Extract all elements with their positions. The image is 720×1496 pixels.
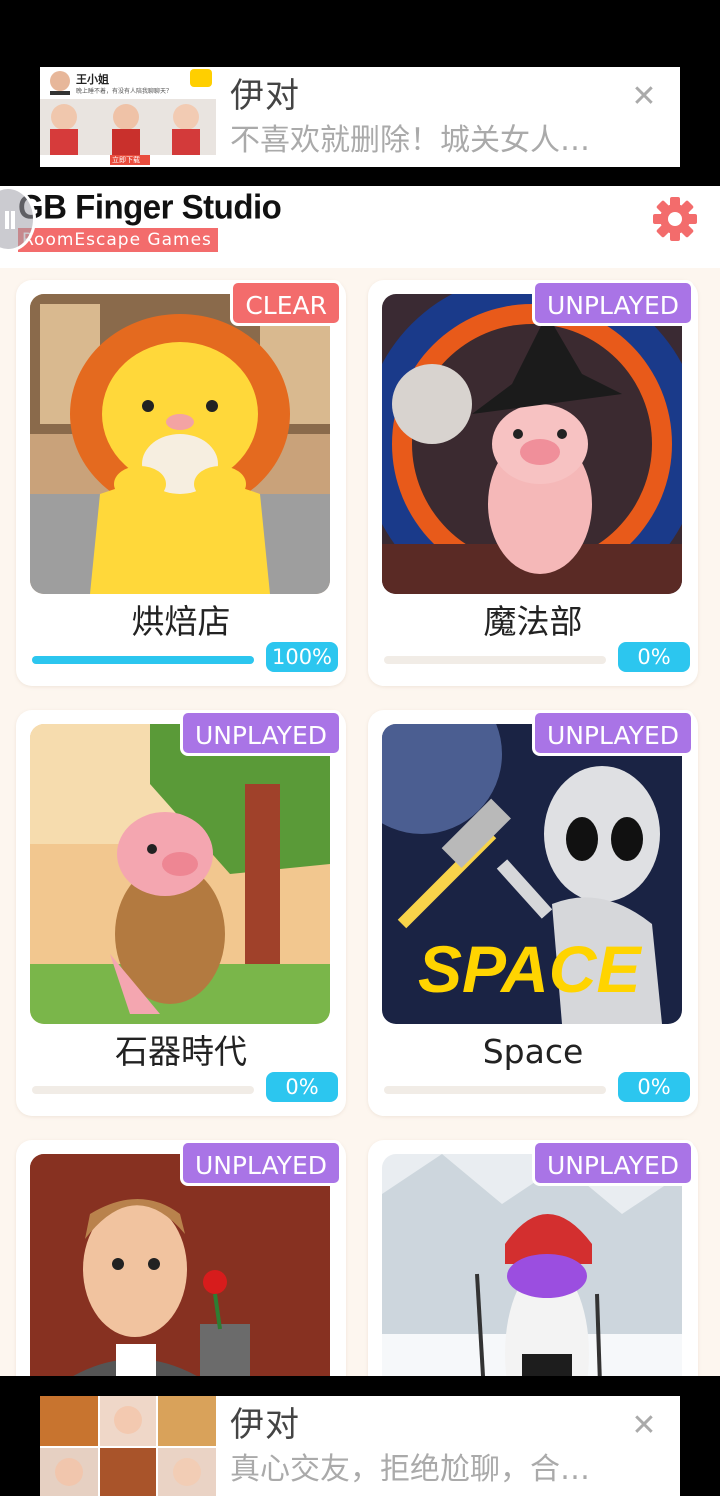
game-card-space[interactable]: SPACE UNPLAYED Space 0%: [368, 710, 698, 1116]
progress-fill: [32, 656, 254, 664]
game-thumbnail-pig-wizard: [382, 294, 682, 594]
game-title: Space: [482, 1032, 584, 1071]
top-ad-banner[interactable]: 王小姐 晚上睡不着，有没有人陪我聊聊天？ 立即下载 伊对 不喜欢就删除！城关女人…: [40, 67, 680, 167]
game-card-magic[interactable]: UNPLAYED 魔法部 0%: [368, 280, 698, 686]
status-badge: UNPLAYED: [179, 710, 342, 756]
game-card-stone-age[interactable]: UNPLAYED 石器時代 0%: [16, 710, 346, 1116]
game-title: 烘焙店: [131, 602, 231, 641]
ad-description: 不喜欢就删除！城关女人…: [230, 123, 590, 158]
game-title: 魔法部: [483, 602, 583, 641]
ad-close-icon[interactable]: ✕: [630, 82, 658, 112]
bottom-ad-banner[interactable]: 伊对 真心交友，拒绝尬聊，合… ✕: [40, 1396, 680, 1496]
ad-description: 真心交友，拒绝尬聊，合…: [230, 1452, 590, 1487]
progress-label: 100%: [266, 642, 338, 672]
ad-thumb-name: 王小姐: [76, 73, 109, 86]
status-badge: UNPLAYED: [531, 1140, 694, 1186]
ad-thumbnail: [40, 1396, 216, 1496]
app-screen: GB Finger Studio RoomEscape Games CLEAR …: [0, 186, 720, 1376]
ad-title: 伊对: [230, 1405, 300, 1445]
app-header: GB Finger Studio RoomEscape Games: [0, 186, 720, 268]
gear-icon[interactable]: [652, 196, 698, 242]
progress-label: 0%: [618, 642, 690, 672]
ad-close-icon[interactable]: ✕: [630, 1411, 658, 1441]
ad-title: 伊对: [230, 76, 300, 116]
space-logo-text: SPACE: [418, 932, 642, 1006]
ad-thumb-caption: 晚上睡不着，有没有人陪我聊聊天？: [76, 88, 173, 95]
game-card-bakery[interactable]: CLEAR 烘焙店 100%: [16, 280, 346, 686]
game-card-ski[interactable]: UNPLAYED: [368, 1140, 698, 1376]
progress-bar: [384, 1086, 606, 1094]
game-thumbnail-alien-space: SPACE: [382, 724, 682, 1024]
progress-bar: [32, 656, 254, 664]
ad-thumbnail: 王小姐 晚上睡不着，有没有人陪我聊聊天？ 立即下载: [40, 67, 216, 167]
progress-label: 0%: [618, 1072, 690, 1102]
status-badge: UNPLAYED: [531, 710, 694, 756]
brand-subtitle: RoomEscape Games: [18, 228, 218, 252]
ad-thumb-button: 立即下载: [112, 156, 140, 164]
game-thumbnail-lion-bakery: [30, 294, 330, 594]
progress-bar: [384, 656, 606, 664]
status-badge: CLEAR: [230, 280, 342, 326]
status-badge: UNPLAYED: [179, 1140, 342, 1186]
game-card-waiter[interactable]: UNPLAYED: [16, 1140, 346, 1376]
game-thumbnail-pig-caveman: [30, 724, 330, 1024]
brand-logo: GB Finger Studio RoomEscape Games: [18, 187, 282, 252]
progress-bar: [32, 1086, 254, 1094]
status-bar: [0, 0, 720, 60]
brand-title: GB Finger Studio: [18, 187, 282, 226]
progress-label: 0%: [266, 1072, 338, 1102]
game-title: 石器時代: [115, 1032, 247, 1071]
status-badge: UNPLAYED: [531, 280, 694, 326]
